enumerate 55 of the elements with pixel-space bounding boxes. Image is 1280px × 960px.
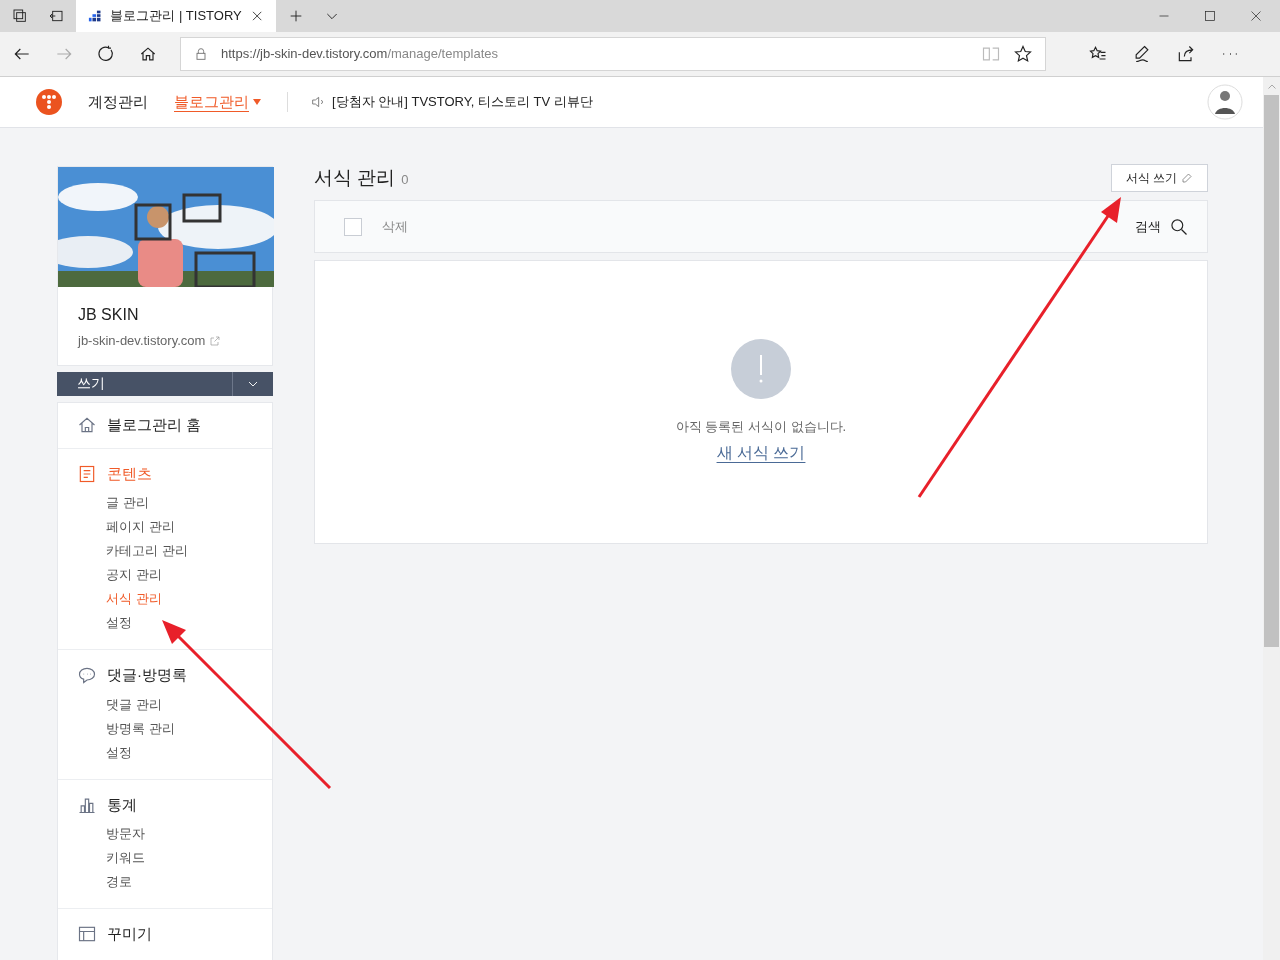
sidebar-item[interactable]: 방문자 [106,822,253,846]
browser-tab[interactable]: 블로그관리 | TISTORY [76,0,276,32]
delete-button[interactable]: 삭제 [382,216,408,237]
sidebar-home-link[interactable]: 블로그관리 홈 [107,413,202,437]
tabs-icon[interactable] [12,8,28,24]
new-template-link[interactable]: 새 서식 쓰기 [716,440,806,465]
sidebar-item[interactable]: 설정 [106,611,253,635]
home-icon [77,415,97,435]
document-icon [77,463,97,484]
tab-aside-icon[interactable] [48,8,64,24]
dropdown-caret-icon [253,98,261,106]
page-title: 서식 관리 [314,165,396,190]
sidebar-section-title[interactable]: 꾸미기 [107,923,152,946]
tab-title: 블로그관리 | TISTORY [110,7,242,26]
plus-icon[interactable] [288,8,304,24]
blog-address[interactable]: jb-skin-dev.tistory.com [78,331,206,351]
blog-name: JB SKIN [78,305,140,325]
item-count: 0 [401,171,409,190]
empty-message: 아직 등록된 서식이 없습니다. [675,418,847,436]
comment-icon [77,665,97,686]
pencil-icon [1181,172,1193,184]
notice-text[interactable]: [당첨자 안내] TVSTORY, 티스토리 TV 리뷰단 [332,92,593,112]
logo-icon[interactable] [36,89,62,115]
sidebar-item[interactable]: 페이지 관리 [106,515,253,539]
write-button[interactable]: 쓰기 [57,371,273,396]
sidebar-item[interactable]: 방명록 관리 [106,716,253,741]
lock-icon [193,46,209,62]
sidebar-item[interactable]: 댓글 관리 [106,692,253,717]
url-text: https://jb-skin-dev.tistory.com/manage/templates [221,45,499,64]
close-icon[interactable] [1250,10,1262,22]
sidebar-item[interactable]: 설정 [106,740,253,765]
refresh-icon[interactable] [96,44,116,64]
select-all-checkbox[interactable] [344,217,362,236]
new-template-button[interactable]: 서식 쓰기 [1110,164,1208,192]
header-nav-link[interactable]: 계정관리 [88,90,148,114]
sidebar-item[interactable]: 카테고리 관리 [106,539,253,563]
star-icon[interactable] [1013,44,1033,64]
sidebar-item[interactable]: 경로 [106,870,253,894]
search-button[interactable]: 검색 [1135,216,1189,237]
speaker-icon [310,94,326,110]
sidebar-item[interactable]: 키워드 [106,846,253,870]
sidebar-item[interactable]: 글 관리 [106,491,253,515]
sidebar-section-title[interactable]: 댓글·방명록 [107,664,187,687]
sidebar-item[interactable]: 공지 관리 [106,563,253,587]
avatar-icon[interactable] [1207,84,1243,120]
alert-icon [731,339,791,399]
address-bar[interactable]: https://jb-skin-dev.tistory.com/manage/templates [180,37,1046,71]
sidebar-item[interactable]: 서식 관리 [106,587,253,611]
search-icon [1169,216,1189,237]
sidebar-section-title[interactable]: 통계 [107,793,137,816]
maximize-icon[interactable] [1204,10,1216,22]
scrollbar[interactable] [1263,77,1280,960]
share-icon[interactable] [1176,44,1196,64]
scrollbar-thumb[interactable] [1264,95,1279,647]
site-favicon-icon [88,8,103,24]
